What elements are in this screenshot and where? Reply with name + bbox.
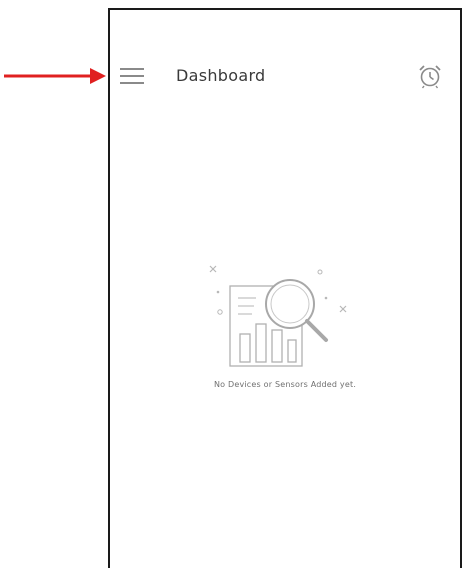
alarm-button[interactable] [416,62,444,90]
alarm-clock-icon [419,65,441,89]
phone-screen: Dashboard No Devices or Sensors Added ye… [108,8,462,568]
hamburger-menu-icon [120,68,144,84]
empty-state-message: No Devices or Sensors Added yet. [213,380,357,389]
annotation-arrow [4,68,106,84]
page-title: Dashboard [176,66,266,85]
empty-state: No Devices or Sensors Added yet. [110,254,460,404]
menu-button[interactable] [118,64,146,88]
magnifier-over-bar-chart-icon [209,265,347,367]
app-header: Dashboard [110,60,460,94]
